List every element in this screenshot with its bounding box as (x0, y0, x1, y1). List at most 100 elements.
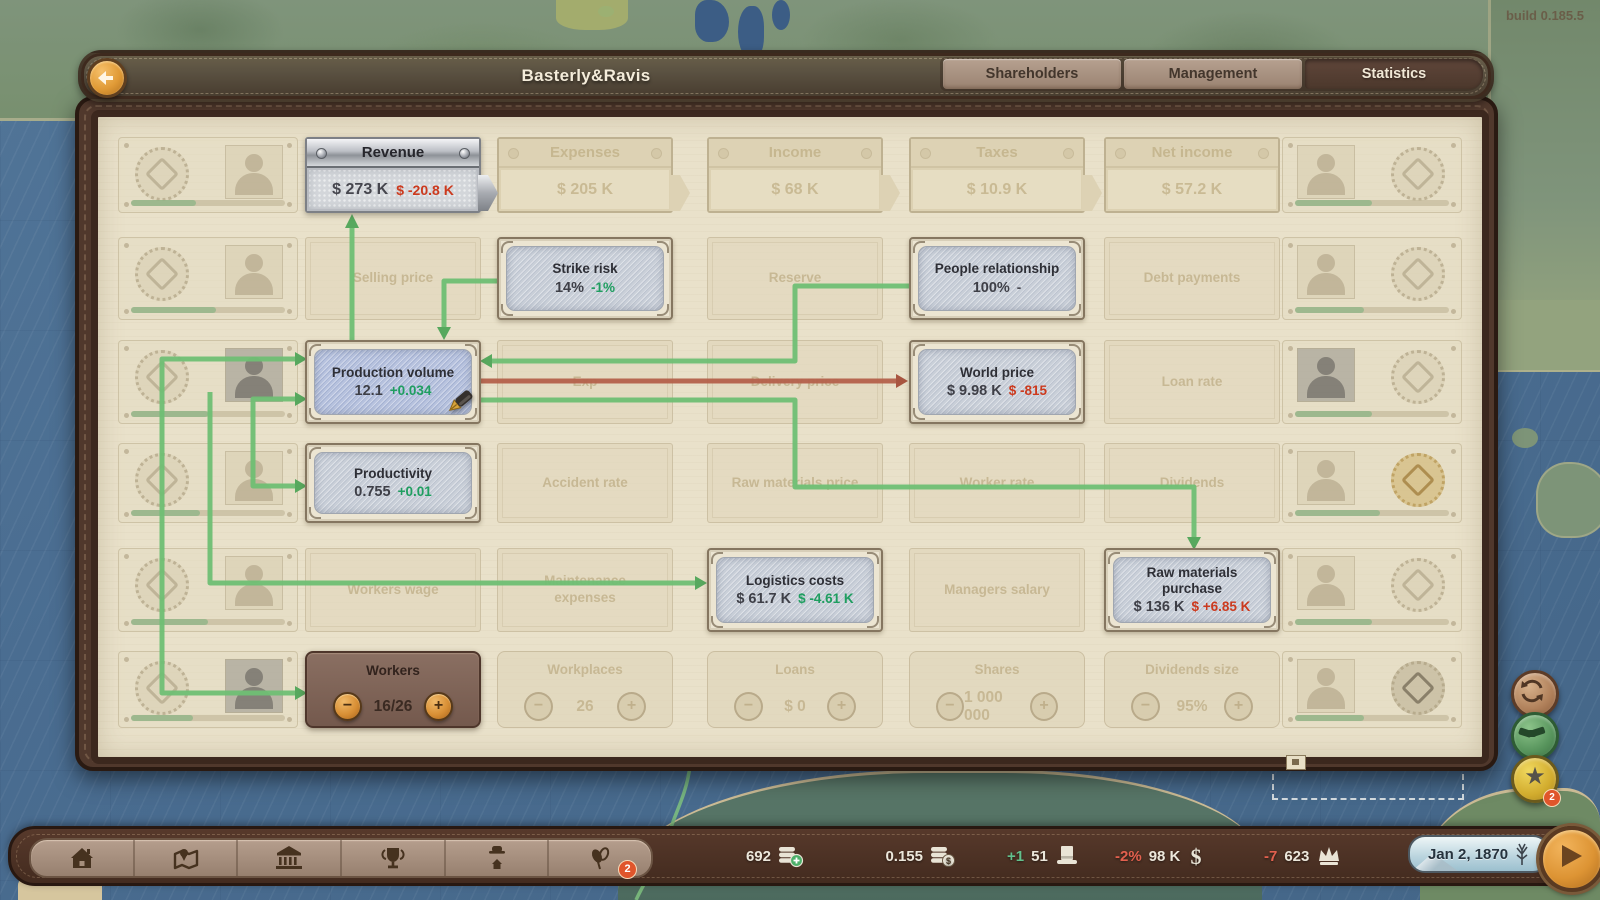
stat-prestige: -7 623 (1264, 843, 1342, 869)
progress-bar (131, 715, 285, 721)
card-productivity[interactable]: Productivity 0.755+0.01 (305, 443, 481, 523)
card-expenses[interactable]: Expenses $ 205 K (497, 137, 673, 213)
increase-button[interactable]: + (827, 692, 856, 721)
card-manager-right-4[interactable] (1282, 443, 1462, 523)
card-reserve[interactable]: Reserve (707, 237, 883, 320)
card-selling-price[interactable]: Selling price (305, 237, 481, 320)
card-accident-rate[interactable]: Accident rate (497, 443, 673, 523)
card-income[interactable]: Income $ 68 K (707, 137, 883, 213)
card-loans[interactable]: Loans − $ 0 + (707, 651, 883, 728)
actions-button[interactable]: 2 (547, 840, 651, 876)
card-manager-left-1[interactable] (118, 137, 298, 213)
screw-icon (316, 148, 327, 159)
map-button[interactable] (133, 840, 237, 876)
card-manager-right-6[interactable] (1282, 651, 1462, 728)
card-raw-materials-purchase[interactable]: Raw materials purchase $ 136 K$ +6.85 K (1104, 548, 1280, 632)
gear-emblem-icon (135, 350, 189, 404)
progress-bar (131, 200, 285, 206)
date-display[interactable]: Jan 2, 1870 (1408, 835, 1550, 873)
card-dividends[interactable]: Dividends (1104, 443, 1280, 523)
card-worker-rate[interactable]: Worker rate (909, 443, 1085, 523)
play-icon (1558, 843, 1584, 869)
home-button[interactable] (31, 840, 133, 876)
card-dividends-size[interactable]: Dividends size − 95% + (1104, 651, 1280, 728)
decrease-button[interactable]: − (524, 692, 553, 721)
card-manager-right-1[interactable] (1282, 137, 1462, 213)
card-strike-risk[interactable]: Strike risk 14%-1% (497, 237, 673, 320)
card-production-volume[interactable]: Production volume 12.1+0.034 (305, 340, 481, 424)
trophy-icon (378, 845, 408, 871)
managers-button[interactable] (444, 840, 548, 876)
screw-icon (861, 148, 872, 159)
card-manager-right-3[interactable] (1282, 340, 1462, 424)
card-manager-right-5[interactable] (1282, 548, 1462, 632)
card-manager-left-6[interactable] (118, 651, 298, 728)
achievements-button[interactable] (340, 840, 444, 876)
decrease-button[interactable]: − (1131, 692, 1160, 721)
trade-button[interactable] (1511, 712, 1559, 760)
gear-emblem-icon (135, 558, 189, 612)
dollar-icon: $ (1187, 844, 1205, 869)
card-manager-right-2[interactable] (1282, 237, 1462, 320)
tab-management[interactable]: Management (1124, 59, 1302, 89)
progress-bar (131, 411, 285, 417)
home-icon (68, 845, 96, 871)
coins-plus-icon (778, 844, 804, 868)
card-manager-left-3[interactable] (118, 340, 298, 424)
card-taxes[interactable]: Taxes $ 10.9 K (909, 137, 1085, 213)
handshake-icon (1518, 719, 1546, 747)
card-logistics-costs[interactable]: Logistics costs $ 61.7 K$ -4.61 K (707, 548, 883, 632)
card-exp[interactable]: Exp (497, 340, 673, 424)
progress-bar (1295, 411, 1449, 417)
card-workers-wage[interactable]: Workers wage (305, 548, 481, 632)
increase-button[interactable]: + (1030, 692, 1058, 721)
card-delivery-price[interactable]: Delivery price (707, 340, 883, 424)
progress-bar (1295, 510, 1449, 516)
government-button[interactable] (236, 840, 340, 876)
map-lake (695, 0, 729, 42)
play-button[interactable] (1539, 826, 1600, 892)
building-marker-icon[interactable] (1286, 755, 1306, 770)
card-raw-materials-price[interactable]: Raw materials price (707, 443, 883, 523)
portrait (225, 145, 283, 199)
card-revenue[interactable]: Revenue $ 273 K$ -20.8 K (305, 137, 481, 213)
progress-bar (1295, 200, 1449, 206)
card-maintenance-expenses[interactable]: Maintenance expenses (497, 548, 673, 632)
cycle-button[interactable] (1511, 670, 1559, 718)
gear-emblem-icon (1391, 558, 1445, 612)
leaves-icon (587, 845, 613, 871)
card-people-relationship[interactable]: People relationship 100%- (909, 237, 1085, 320)
screw-icon (1063, 148, 1074, 159)
card-workers[interactable]: Workers − 16/26 + (305, 651, 481, 728)
portrait (225, 556, 283, 610)
gear-emblem-icon (135, 147, 189, 201)
card-manager-left-4[interactable] (118, 443, 298, 523)
screw-icon (920, 148, 931, 159)
card-manager-left-2[interactable] (118, 237, 298, 320)
card-manager-left-5[interactable] (118, 548, 298, 632)
progress-bar (1295, 619, 1449, 625)
card-debt-payments[interactable]: Debt payments (1104, 237, 1280, 320)
screw-icon (1115, 148, 1126, 159)
tab-statistics[interactable]: Statistics (1305, 59, 1483, 89)
card-loan-rate[interactable]: Loan rate (1104, 340, 1280, 424)
card-managers-salary[interactable]: Managers salary (909, 548, 1085, 632)
increase-button[interactable]: + (1224, 692, 1253, 721)
card-net-income[interactable]: Net income $ 57.2 K (1104, 137, 1280, 213)
portrait (1297, 659, 1355, 713)
gear-emblem-icon (1391, 247, 1445, 301)
decrease-button[interactable]: − (936, 692, 964, 721)
card-shares[interactable]: Shares − 1 000 000 + (909, 651, 1085, 728)
decrease-button[interactable]: − (734, 692, 763, 721)
actions-badge: 2 (618, 860, 637, 879)
portrait (1297, 451, 1355, 505)
decrease-button[interactable]: − (333, 692, 362, 721)
card-workplaces[interactable]: Workplaces − 26 + (497, 651, 673, 728)
increase-button[interactable]: + (617, 692, 646, 721)
progress-bar (1295, 307, 1449, 313)
coins-dollar-icon: $ (930, 844, 956, 868)
tab-shareholders[interactable]: Shareholders (943, 59, 1121, 89)
increase-button[interactable]: + (424, 692, 453, 721)
back-button[interactable] (87, 58, 127, 98)
card-world-price[interactable]: World price $ 9.98 K$ -815 (909, 340, 1085, 424)
